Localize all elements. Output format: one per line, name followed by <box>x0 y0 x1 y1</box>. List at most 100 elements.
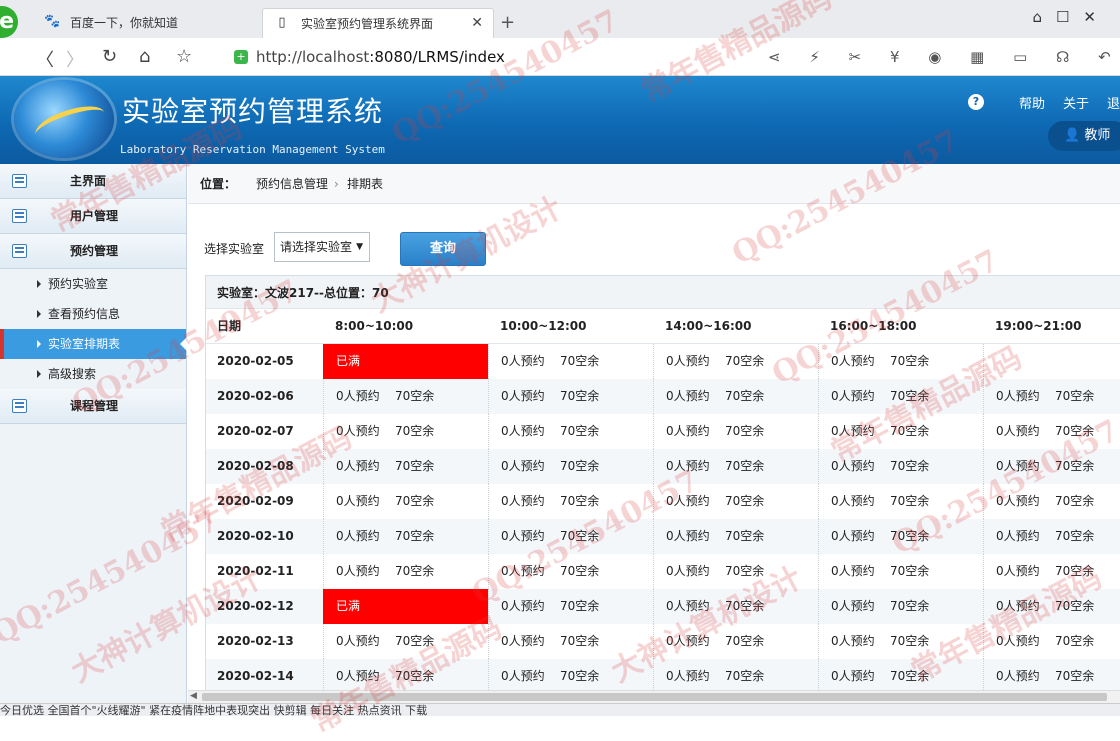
slot-cell[interactable]: 0人预约 70空余 <box>818 519 983 554</box>
slot-cell[interactable]: 0人预约 70空余 <box>488 554 653 589</box>
slot-cell[interactable]: 0人预约 70空余 <box>818 659 983 690</box>
horizontal-scrollbar[interactable]: ◀ <box>188 690 1120 703</box>
slot-cell[interactable]: 0人预约 70空余 <box>983 589 1120 624</box>
slot-cell[interactable]: 0人预约 70空余 <box>488 414 653 449</box>
slot-cell[interactable]: 0人预约 70空余 <box>488 484 653 519</box>
logout-link[interactable]: 退 <box>1107 93 1120 112</box>
url-input[interactable]: + http://localhost:8080/LRMS/index <box>232 46 772 68</box>
user-menu[interactable]: 👤 教师 <box>1048 121 1120 151</box>
slot-available: 70空余 <box>890 599 930 613</box>
row-date: 2020-02-05 <box>217 354 294 368</box>
page-icon: ▯ <box>278 15 286 30</box>
about-link[interactable]: 关于 <box>1063 93 1089 112</box>
slot-cell[interactable]: 0人预约 70空余 <box>983 449 1120 484</box>
slot-cell[interactable]: 0人预约 70空余 <box>323 519 488 554</box>
star-icon[interactable]: ☆ <box>176 46 192 67</box>
slot-cell[interactable]: 0人预约 70空余 <box>653 379 818 414</box>
slot-cell[interactable]: 0人预约 70空余 <box>653 414 818 449</box>
new-tab-button[interactable]: + <box>500 12 515 33</box>
sidebar-item-view-reservations[interactable]: 查看预约信息 <box>0 299 186 329</box>
slot-cell[interactable]: 0人预约 70空余 <box>323 414 488 449</box>
window-controls[interactable]: ⌂☐✕ <box>1032 8 1110 26</box>
slot-cell[interactable]: 0人预约 70空余 <box>653 554 818 589</box>
slot-cell[interactable]: 0人预约 70空余 <box>653 519 818 554</box>
slot-cell[interactable]: 0人预约 70空余 <box>818 449 983 484</box>
sidebar-item-reserve-lab[interactable]: 预约实验室 <box>0 269 186 299</box>
sidebar-section-reservations[interactable]: 预约管理 <box>0 234 186 269</box>
slot-full-cell[interactable]: 已满 <box>323 589 488 624</box>
slot-booked: 0人预约 <box>831 424 875 438</box>
slot-cell[interactable]: 0人预约 70空余 <box>488 344 653 379</box>
slot-cell[interactable]: 0人预约 70空余 <box>488 624 653 659</box>
slot-available: 70空余 <box>725 564 765 578</box>
sidebar-item-advanced-search[interactable]: 高级搜索 <box>0 359 186 389</box>
slot-cell[interactable]: 0人预约 70空余 <box>653 449 818 484</box>
slot-available: 70空余 <box>725 494 765 508</box>
slot-cell[interactable]: 0人预约 70空余 <box>818 554 983 589</box>
slot-cell[interactable]: 0人预约 70空余 <box>488 659 653 690</box>
slot-cell[interactable]: 0人预约 70空余 <box>983 659 1120 690</box>
slot-cell[interactable]: 0人预约 70空余 <box>818 344 983 379</box>
help-link[interactable]: 帮助 <box>1019 93 1045 112</box>
sidebar-section-courses[interactable]: 课程管理 <box>0 389 186 424</box>
sidebar-section-home[interactable]: 主界面 <box>0 164 186 199</box>
close-tab-icon[interactable]: ✕ <box>471 15 483 31</box>
slot-cell[interactable]: 0人预约 70空余 <box>653 659 818 690</box>
browser-tab-baidu[interactable]: 🐾 百度一下，你就知道 <box>32 8 260 38</box>
slot-cell[interactable]: 0人预约 70空余 <box>653 589 818 624</box>
slot-cell[interactable]: 0人预约 70空余 <box>323 554 488 589</box>
slot-cell[interactable]: 0人预约 70空余 <box>818 589 983 624</box>
sidebar-section-label: 课程管理 <box>70 399 119 413</box>
slot-cell[interactable]: 0人预约 70空余 <box>818 484 983 519</box>
slot-cell[interactable]: 0人预约 70空余 <box>653 484 818 519</box>
slot-available: 70空余 <box>560 459 600 473</box>
slot-cell[interactable]: 0人预约 70空余 <box>488 449 653 484</box>
breadcrumb-item[interactable]: 预约信息管理 <box>256 164 328 204</box>
slot-cell[interactable]: 0人预约 70空余 <box>983 484 1120 519</box>
slot-cell[interactable]: 0人预约 70空余 <box>818 379 983 414</box>
home-icon[interactable]: ⌂ <box>139 46 150 67</box>
slot-cell[interactable]: 0人预约 70空余 <box>488 589 653 624</box>
slot-cell[interactable]: 0人预约 70空余 <box>983 624 1120 659</box>
slot-cell[interactable]: 0人预约 70空余 <box>983 379 1120 414</box>
lab-select[interactable]: 请选择实验室 ▼ <box>274 232 370 262</box>
browser-tab-active[interactable]: ▯ 实验室预约管理系统界面 ✕ <box>262 8 494 38</box>
forward-icon[interactable]: 〉 <box>66 46 84 72</box>
table-row: 2020-02-07 0人预约 70空余 0人预约 70空余 0人预约 70空余 0人预约 70… <box>206 414 1120 449</box>
slot-cell[interactable]: 0人预约 70空余 <box>323 449 488 484</box>
slot-cell[interactable]: 0人预约 70空余 <box>488 519 653 554</box>
slot-cell[interactable]: 0人预约 70空余 <box>323 484 488 519</box>
slot-cell[interactable]: 0人预约 70空余 <box>818 414 983 449</box>
slot-cell[interactable]: 0人预约 70空余 <box>983 554 1120 589</box>
slot-cell[interactable]: 0人预约 70空余 <box>323 659 488 690</box>
scroll-left-icon[interactable]: ◀ <box>190 691 197 701</box>
sidebar-item-lab-schedule[interactable]: 实验室排期表 <box>0 329 187 359</box>
slot-cell[interactable]: 0人预约 70空余 <box>983 519 1120 554</box>
slot-booked: 0人预约 <box>336 669 380 683</box>
slot-cell[interactable]: 0人预约 70空余 <box>488 379 653 414</box>
help-icon[interactable]: ? <box>968 94 984 110</box>
slot-cell[interactable]: 0人预约 70空余 <box>983 414 1120 449</box>
scrollbar-thumb[interactable] <box>202 693 1107 701</box>
slot-booked: 0人预约 <box>666 459 710 473</box>
column-header: 19:00~21:00 <box>995 319 1082 333</box>
query-button[interactable]: 查询 <box>400 232 486 266</box>
slot-available: 70空余 <box>395 669 435 683</box>
slot-available: 70空余 <box>725 354 765 368</box>
slot-available: 70空余 <box>395 424 435 438</box>
secure-icon: + <box>234 50 248 64</box>
slot-cell[interactable]: 0人预约 70空余 <box>653 624 818 659</box>
refresh-icon[interactable]: ↻ <box>102 46 117 67</box>
slot-booked: 0人预约 <box>996 389 1040 403</box>
slot-booked: 0人预约 <box>996 424 1040 438</box>
back-icon[interactable]: 〈 <box>36 46 54 72</box>
slot-cell[interactable]: 0人预约 70空余 <box>818 624 983 659</box>
slot-cell[interactable] <box>983 344 1120 379</box>
slot-cell[interactable]: 0人预约 70空余 <box>323 379 488 414</box>
sidebar-section-users[interactable]: 用户管理 <box>0 199 186 234</box>
user-icon: 👤 <box>1064 128 1081 143</box>
slot-cell[interactable]: 0人预约 70空余 <box>323 624 488 659</box>
slot-cell[interactable]: 0人预约 70空余 <box>653 344 818 379</box>
slot-full-cell[interactable]: 已满 <box>323 344 488 379</box>
toolbar-icons[interactable]: ⋖ ⚡ ✂ ¥ ◉ ▦ ▭ ☊ ↶ ⋮ <box>768 48 1120 66</box>
